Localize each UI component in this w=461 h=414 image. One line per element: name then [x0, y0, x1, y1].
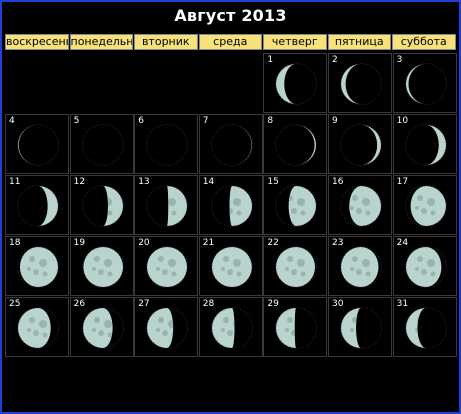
day-cell: 24: [392, 236, 457, 296]
day-cell: 1: [263, 53, 328, 113]
moon-phase-icon: [404, 246, 447, 288]
day-cell: 5: [69, 114, 134, 174]
day-cell: 11: [5, 175, 69, 235]
moon-phase-icon: [146, 246, 189, 288]
moon-phase-icon: [404, 185, 447, 227]
day-cell: 28: [198, 297, 263, 357]
calendar-title: Август 2013: [174, 6, 287, 25]
moon-phase-icon: [340, 185, 382, 227]
day-cell: 17: [392, 175, 457, 235]
day-cell: 8: [263, 114, 328, 174]
day-number: 9: [332, 116, 338, 126]
moon-phase-icon: [17, 246, 59, 288]
moon-phase-icon: [146, 307, 189, 349]
moon-phase-icon: [210, 246, 253, 288]
day-number: 1: [267, 55, 274, 65]
moon-phase-icon: [17, 124, 59, 166]
weekday-sunday: воскресень: [5, 34, 69, 50]
moon-phase-icon: [275, 185, 318, 227]
moon-phase-icon: [81, 307, 124, 349]
day-cell: 21: [198, 236, 263, 296]
day-number: 8: [267, 116, 274, 126]
day-cell: 3: [392, 53, 457, 113]
moon-phase-icon: [404, 307, 447, 349]
day-cell: 14: [198, 175, 263, 235]
weekday-tuesday: вторник: [134, 34, 198, 50]
day-cell: 7: [198, 114, 263, 174]
day-cell: 15: [263, 175, 328, 235]
day-cell: 19: [69, 236, 134, 296]
day-cell: 23: [328, 236, 392, 296]
moon-phase-icon: [210, 185, 253, 227]
moon-phase-icon: [210, 124, 253, 166]
day-cell: 4: [5, 114, 69, 174]
moon-phase-icon: [275, 307, 318, 349]
day-number: 7: [202, 116, 209, 126]
day-cell: 2: [328, 53, 392, 113]
moon-phase-icon: [340, 124, 382, 166]
moon-phase-icon: [340, 63, 382, 105]
day-number: 3: [396, 55, 403, 65]
day-number: 2: [332, 55, 338, 65]
moon-phase-icon: [404, 63, 447, 105]
day-number: 4: [9, 116, 15, 126]
moon-phase-icon: [146, 124, 189, 166]
day-number: 6: [138, 116, 144, 126]
day-cell: 27: [134, 297, 199, 357]
day-cell: 22: [263, 236, 328, 296]
moon-phase-icon: [340, 307, 382, 349]
moon-phase-icon: [17, 307, 59, 349]
day-cell: 18: [5, 236, 69, 296]
moon-phase-icon: [404, 124, 447, 166]
day-cell: 20: [134, 236, 199, 296]
moon-phase-icon: [17, 185, 59, 227]
day-cell: 6: [134, 114, 199, 174]
moon-phase-icon: [146, 185, 189, 227]
weekday-wednesday: среда: [198, 34, 262, 50]
moon-phase-icon: [340, 246, 382, 288]
day-cell: 16: [328, 175, 392, 235]
calendar-grid: 1 2 3 4 5 6 7 8 9 10 11 12 13 14 15 16 17 18 19 20 21 22 23 24 2…: [5, 53, 457, 358]
day-cell: 10: [392, 114, 457, 174]
day-cell: 25: [5, 297, 69, 357]
moon-phase-icon: [81, 246, 124, 288]
weekday-thursday: четверг: [263, 34, 327, 50]
weekday-header: воскресень понедельни вторник среда четв…: [5, 34, 457, 52]
moon-phase-icon: [81, 185, 124, 227]
day-number: 5: [73, 116, 80, 126]
day-cell: 26: [69, 297, 134, 357]
day-cell: 30: [328, 297, 392, 357]
weekday-saturday: суббота: [392, 34, 456, 50]
moon-phase-icon: [275, 124, 318, 166]
moon-phase-icon: [275, 63, 318, 105]
day-cell: 29: [263, 297, 328, 357]
day-cell: 12: [69, 175, 134, 235]
moon-phase-icon: [275, 246, 318, 288]
moon-phase-icon: [210, 307, 253, 349]
weekday-monday: понедельни: [69, 34, 133, 50]
moon-phase-icon: [81, 124, 124, 166]
day-cell: 13: [134, 175, 199, 235]
day-cell: 31: [392, 297, 457, 357]
calendar-frame: Август 2013 воскресень понедельни вторни…: [0, 0, 461, 414]
weekday-friday: пятница: [327, 34, 391, 50]
day-cell: 9: [328, 114, 392, 174]
